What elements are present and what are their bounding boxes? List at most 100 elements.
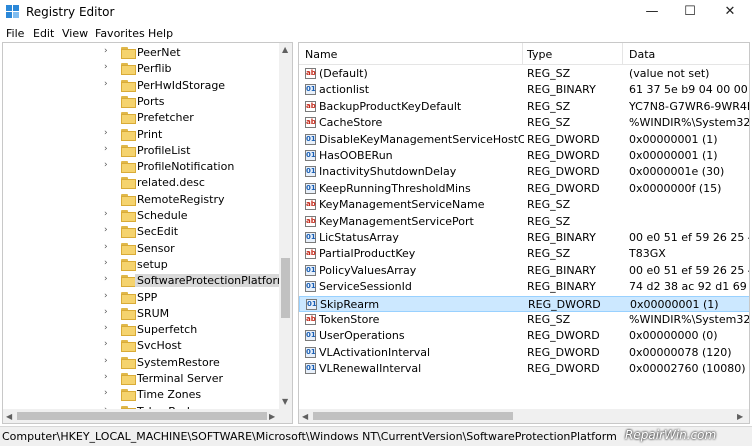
string-value-icon: ab <box>305 314 316 325</box>
scroll-right-icon[interactable]: ▶ <box>269 412 275 421</box>
tree-vertical-scroll-thumb[interactable] <box>281 258 290 318</box>
value-data: %WINDIR%\System32\spp <box>629 313 750 326</box>
menu-edit[interactable]: Edit <box>33 27 54 40</box>
tree-item-label: Sensor <box>137 241 175 255</box>
tree-item[interactable]: › PerHwIdStorage <box>3 78 292 94</box>
value-row[interactable]: ab (Default) REG_SZ (value not set) <box>299 66 749 82</box>
tree-item[interactable]: › ProfileNotification <box>3 159 292 175</box>
binary-value-icon: 01 <box>306 298 317 310</box>
expand-chevron-icon[interactable]: › <box>104 160 108 170</box>
maximize-button[interactable]: ☐ <box>672 0 708 24</box>
tree-item[interactable]: › Terminal Server <box>3 371 292 387</box>
value-row[interactable]: ab BackupProductKeyDefault REG_SZ YC7N8-G7W… <box>299 99 749 115</box>
scroll-left-icon[interactable]: ◀ <box>302 412 308 421</box>
tree-item-label: Ports <box>137 94 165 108</box>
value-row[interactable]: ab PartialProductKey REG_SZ T83GX <box>299 246 749 262</box>
column-header-type[interactable]: Type <box>527 48 552 61</box>
value-row[interactable]: 01DisableKeyManagementServiceHostCachi..… <box>299 132 749 148</box>
value-data: YC7N8-G7WR6-9WR4H-6Y <box>629 99 749 113</box>
list-horizontal-scrollbar[interactable]: ◀ ▶ <box>299 409 749 423</box>
window-title: Registry Editor <box>26 5 115 19</box>
list-horizontal-scroll-thumb[interactable] <box>313 412 513 420</box>
column-header-name[interactable]: Name <box>305 48 337 61</box>
expand-chevron-icon[interactable]: › <box>104 46 108 56</box>
expand-chevron-icon[interactable]: › <box>104 356 108 366</box>
expand-chevron-icon[interactable]: › <box>104 62 108 72</box>
close-button[interactable]: ✕ <box>712 0 748 24</box>
tree-item[interactable]: › SecEdit <box>3 224 292 240</box>
tree-item[interactable]: › SvcHost <box>3 338 292 354</box>
column-divider[interactable] <box>622 43 623 65</box>
expand-chevron-icon[interactable]: › <box>104 242 108 252</box>
value-row[interactable]: abTokenStore REG_SZ %WINDIR%\System32\spp <box>299 312 750 328</box>
value-row[interactable]: 01 PolicyValuesArray REG_BINARY 00 e0 51 ef… <box>299 263 749 279</box>
string-value-icon: ab <box>305 248 316 260</box>
tree-item[interactable]: › Sensor <box>3 241 292 257</box>
value-row[interactable]: 01 InactivityShutdownDelay REG_DWORD 0x0000… <box>299 164 749 180</box>
values-list-pane[interactable]: Name Type Data ab (Default) REG_SZ (value n… <box>298 42 750 424</box>
tree-horizontal-scrollbar[interactable]: ◀ ▶ <box>3 409 292 423</box>
tree-item-label: Time Zones <box>137 388 202 402</box>
tree-item[interactable]: › Schedule <box>3 208 292 224</box>
tree-item[interactable]: › ProfileList <box>3 143 292 159</box>
value-row[interactable]: abCacheStore REG_SZ %WINDIR%\System32\spp <box>299 115 749 131</box>
value-row[interactable]: ab KeyManagementServiceName REG_SZ <box>299 197 749 213</box>
column-header-data[interactable]: Data <box>629 48 655 61</box>
tree-item[interactable]: › Perflib <box>3 61 292 77</box>
expand-chevron-icon[interactable]: › <box>104 225 108 235</box>
scroll-up-icon[interactable]: ▲ <box>282 45 288 54</box>
tree-item[interactable]: › Superfetch <box>3 322 292 338</box>
tree-item[interactable]: › PeerNet <box>3 45 292 61</box>
expand-chevron-icon[interactable]: › <box>104 79 108 89</box>
menu-help[interactable]: Help <box>148 27 173 40</box>
tree-item[interactable]: Ports <box>3 94 292 110</box>
expand-chevron-icon[interactable]: › <box>104 307 108 317</box>
tree-item[interactable]: › Time Zones <box>3 387 292 403</box>
value-row[interactable]: 01 VLRenewalInterval REG_DWORD 0x00002760 (… <box>299 361 749 377</box>
expand-chevron-icon[interactable]: › <box>104 372 108 382</box>
folder-icon <box>121 242 136 255</box>
value-row[interactable]: 01 actionlist REG_BINARY 61 37 5e b9 04 00 … <box>299 82 749 98</box>
menu-view[interactable]: View <box>62 27 88 40</box>
column-divider[interactable] <box>522 43 523 65</box>
tree-item[interactable]: related.desc <box>3 175 292 191</box>
key-tree-pane[interactable]: › PeerNet › Perflib › PerHwIdStorage Ports Pref… <box>2 42 293 424</box>
tree-item-label: Print <box>137 127 163 141</box>
tree-item[interactable]: › setup <box>3 257 292 273</box>
tree-vertical-scrollbar[interactable]: ▲ ▼ <box>279 43 292 409</box>
tree-item[interactable]: RemoteRegistry <box>3 192 292 208</box>
menu-favorites[interactable]: Favorites <box>95 27 145 40</box>
expand-chevron-icon[interactable]: › <box>104 291 108 301</box>
expand-chevron-icon[interactable]: › <box>104 128 108 138</box>
watermark: RepairWin.com <box>625 428 717 442</box>
value-row[interactable]: 01 UserOperations REG_DWORD 0x00000000 (0) <box>299 328 749 344</box>
expand-chevron-icon[interactable]: › <box>104 144 108 154</box>
value-row[interactable]: 01 LicStatusArray REG_BINARY 00 e0 51 ef 59… <box>299 230 749 246</box>
scroll-right-icon[interactable]: ▶ <box>737 412 743 421</box>
tree-item[interactable]: › SPP <box>3 290 292 306</box>
expand-chevron-icon[interactable]: › <box>104 388 108 398</box>
tree-item[interactable]: Prefetcher <box>3 110 292 126</box>
scroll-down-icon[interactable]: ▼ <box>282 397 288 406</box>
value-row[interactable]: 01 ServiceSessionId REG_BINARY 74 d2 38 ac … <box>299 279 749 295</box>
tree-item[interactable]: › Print <box>3 127 292 143</box>
tree-item[interactable]: › SRUM <box>3 306 292 322</box>
expand-chevron-icon[interactable]: › <box>104 274 108 284</box>
expand-chevron-icon[interactable]: › <box>104 258 108 268</box>
tree-horizontal-scroll-thumb[interactable] <box>17 412 267 420</box>
expand-chevron-icon[interactable]: › <box>104 323 108 333</box>
value-row[interactable]: ab KeyManagementServicePort REG_SZ <box>299 214 749 230</box>
tree-item[interactable]: › SoftwareProtectionPlatform <box>3 273 292 289</box>
tree-item[interactable]: › SystemRestore <box>3 355 292 371</box>
value-row[interactable]: 01 HasOOBERun REG_DWORD 0x00000001 (1) <box>299 148 749 164</box>
minimize-button[interactable]: — <box>634 0 670 24</box>
value-data: (value not set) <box>629 67 710 80</box>
menu-file[interactable]: File <box>6 27 24 40</box>
expand-chevron-icon[interactable]: › <box>104 339 108 349</box>
tree-item-label: setup <box>137 257 168 271</box>
value-row[interactable]: 01 VLActivationInterval REG_DWORD 0x0000007… <box>299 345 749 361</box>
scroll-left-icon[interactable]: ◀ <box>6 412 12 421</box>
value-row[interactable]: 01 SkipRearm REG_DWORD 0x00000001 (1) <box>299 295 749 312</box>
expand-chevron-icon[interactable]: › <box>104 209 108 219</box>
value-row[interactable]: 01 KeepRunningThresholdMins REG_DWORD 0x000… <box>299 181 749 197</box>
